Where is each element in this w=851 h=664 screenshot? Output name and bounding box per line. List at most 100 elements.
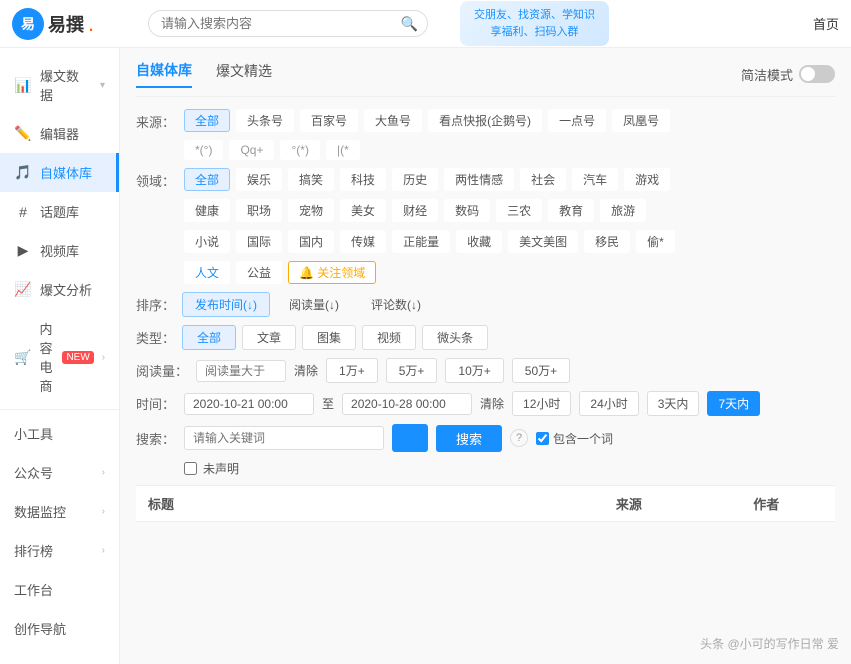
time-clear-btn[interactable]: 清除 [480,395,504,412]
domain-tag-shuma[interactable]: 数码 [444,199,490,222]
read-clear-btn[interactable]: 清除 [294,362,318,379]
time-btn-3d[interactable]: 3天内 [647,391,700,416]
source-tag-dayuhao[interactable]: 大鱼号 [364,109,422,132]
sidebar-item-label-chuangzuodaohang: 创作导航 [14,619,66,638]
sort-btn-readcount[interactable]: 阅读量(↓) [276,292,352,317]
type-btn-album[interactable]: 图集 [302,325,356,350]
sidebar-item-huatiku[interactable]: # 话题库 [0,192,119,231]
domain-tag-chuanmei[interactable]: 传媒 [340,230,386,253]
type-btn-article[interactable]: 文章 [242,325,296,350]
time-btn-12h[interactable]: 12小时 [512,391,571,416]
sidebar-item-label-bianji: 编辑器 [40,124,79,143]
domain-tag-gaoxiao[interactable]: 搞笑 [288,168,334,191]
type-btn-video[interactable]: 视频 [362,325,416,350]
source-tag-baijiahao[interactable]: 百家号 [300,109,358,132]
read-btn-50w[interactable]: 50万+ [512,358,570,383]
sidebar-item-baowendata[interactable]: 📊 爆文数据 ▾ [0,56,119,114]
domain-tag-guonei[interactable]: 国内 [288,230,334,253]
toggle-knob [801,67,815,81]
time-btn-24h[interactable]: 24小时 [579,391,638,416]
source-tag-all[interactable]: 全部 [184,109,230,132]
include-one-word-label[interactable]: 包含一个词 [536,430,613,447]
sidebar-item-gongzhonghao[interactable]: 公众号 › [0,453,119,492]
help-icon[interactable]: ? [510,429,528,447]
source-tag-weibo[interactable]: °(*) [280,140,319,160]
jianjianmoshi-toggle[interactable] [799,65,835,83]
domain-tag-jiankang[interactable]: 健康 [184,199,230,222]
domain-tag-jiaoyu[interactable]: 教育 [548,199,594,222]
domain-tag-meinvmeitu[interactable]: 美文美图 [508,230,578,253]
sort-btn-commentcount[interactable]: 评论数(↓) [358,292,434,317]
read-btn-5w[interactable]: 5万+ [386,358,438,383]
source-tag-bilibili[interactable]: |(* [326,140,360,160]
source-tag-qq[interactable]: Qq+ [229,140,274,160]
zimeiti-icon: 🎵 [14,164,32,182]
domain-tag-guoji[interactable]: 国际 [236,230,282,253]
read-btn-1w[interactable]: 1万+ [326,358,378,383]
type-btn-microtoutiao[interactable]: 微头条 [422,325,488,350]
sidebar-item-bianji[interactable]: ✏️ 编辑器 [0,114,119,153]
domain-tag-shehui[interactable]: 社会 [520,168,566,191]
domain-tag-liangxingqinggan[interactable]: 两性情感 [444,168,514,191]
banner-line2-text: 享福利、扫码入群 [491,26,579,38]
domain-tag-sannong[interactable]: 三农 [496,199,542,222]
include-one-word-checkbox[interactable] [536,432,549,445]
sidebar-item-shipinku[interactable]: ▶ 视频库 [0,231,119,270]
sort-btn-publishtime[interactable]: 发布时间(↓) [182,292,270,317]
banner-box[interactable]: 排序： 交朋友、找资源、学知识 享福利、扫码入群 [460,1,609,46]
domain-tag-chongwu[interactable]: 宠物 [288,199,334,222]
time-start-input[interactable] [184,393,314,415]
tab-zimeiti[interactable]: 自媒体库 [136,60,192,88]
sidebar-item-xiaogongju[interactable]: 小工具 [0,414,119,453]
top-search-bar[interactable]: 🔍 [148,10,428,37]
source-tag-toutiao[interactable]: 头条号 [236,109,294,132]
domain-tag-gongyi[interactable]: 公益 [236,261,282,284]
read-btn-10w[interactable]: 10万+ [445,358,503,383]
declare-row: 未声明 [136,460,835,477]
domain-tag-keji[interactable]: 科技 [340,168,386,191]
sidebar-item-shujujiankong[interactable]: 数据监控 › [0,492,119,531]
sidebar-item-zimeiti[interactable]: 🎵 自媒体库 [0,153,119,192]
domain-tag-qiche[interactable]: 汽车 [572,168,618,191]
read-input[interactable] [196,360,286,382]
domain-tag-lishi[interactable]: 历史 [392,168,438,191]
banner-line1-text: 交朋友、找资源、学知识 [474,9,595,21]
domain-tag-shoucang[interactable]: 收藏 [456,230,502,253]
domain-tag-meinv[interactable]: 美女 [340,199,386,222]
domain-tag-lvyou[interactable]: 旅游 [600,199,646,222]
domain-tag-yimin[interactable]: 移民 [584,230,630,253]
domain-tag-renwen[interactable]: 人文 [184,261,230,284]
time-end-input[interactable] [342,393,472,415]
shipinku-icon: ▶ [14,242,32,260]
domain-tag-xiaoshuo[interactable]: 小说 [184,230,230,253]
source-tag-yidianzixun[interactable]: 一点号 [548,109,606,132]
domain-tag-qita[interactable]: 偷* [636,230,675,253]
time-btn-7d[interactable]: 7天内 [707,391,760,416]
sidebar-item-chuangzuodaohang[interactable]: 创作导航 [0,609,119,648]
home-link[interactable]: 首页 [813,14,839,33]
not-declared-checkbox[interactable] [184,462,197,475]
attention-domain-btn[interactable]: 🔔 关注领域 [288,261,376,284]
domain-tag-youxi[interactable]: 游戏 [624,168,670,191]
tab-baowenjingxuan[interactable]: 爆文精选 [216,61,272,87]
domain-tag-yule[interactable]: 娱乐 [236,168,282,191]
sidebar-item-gongtaiz[interactable]: 工作台 [0,570,119,609]
domain-tag-zhengnengliangzhengneng[interactable]: 正能量 [392,230,450,253]
source-tag-kandian[interactable]: 看点快报(企鹅号) [428,109,542,132]
th-title: 标题 [136,494,560,513]
type-btn-all[interactable]: 全部 [182,325,236,350]
domain-tag-caijing[interactable]: 财经 [392,199,438,222]
sidebar-item-neirongdianshang[interactable]: 🛒 内容电商 NEW › [0,309,119,405]
sidebar-item-baowenfenxi[interactable]: 📈 爆文分析 [0,270,119,309]
sidebar-item-label-huatiku: 话题库 [40,202,79,221]
banner-text: 交朋友、找资源、学知识 享福利、扫码入群 [474,7,595,40]
source-tag-weixin[interactable]: *(°) [184,140,223,160]
sidebar-item-paihangbang[interactable]: 排行榜 › [0,531,119,570]
domain-tag-all[interactable]: 全部 [184,168,230,191]
source-tag-fenghuanghao[interactable]: 凤凰号 [612,109,670,132]
search-button[interactable]: 搜索 [436,425,502,452]
top-search-input[interactable] [148,10,428,37]
domain-tag-zhichang[interactable]: 职场 [236,199,282,222]
keyword-input[interactable] [184,426,384,450]
color-picker-box[interactable] [392,424,428,452]
